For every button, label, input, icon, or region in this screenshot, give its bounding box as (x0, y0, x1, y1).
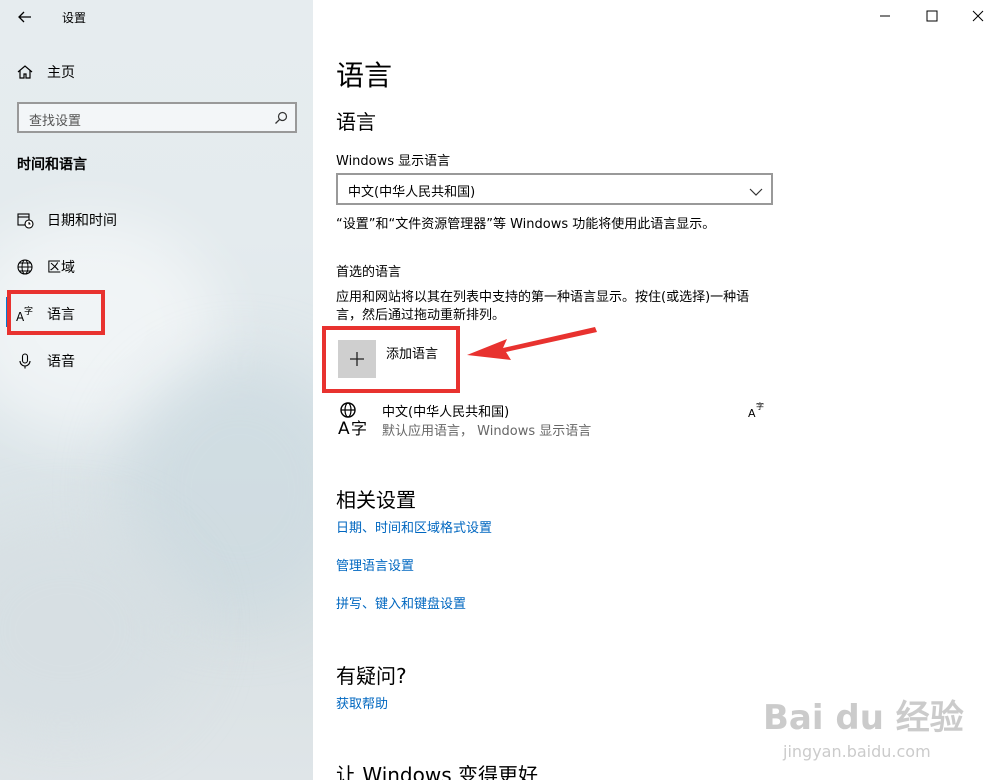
sidebar-item-label: 区域 (47, 260, 75, 276)
link-get-help[interactable]: 获取帮助 (336, 693, 388, 712)
link-manage-language[interactable]: 管理语言设置 (336, 555, 414, 574)
display-language-feature-icon: A 字 (747, 399, 769, 421)
sidebar-item-date-time[interactable]: 日期和时间 (0, 200, 313, 240)
sidebar-item-label: 主页 (47, 65, 75, 81)
calendar-clock-icon (14, 209, 36, 231)
sidebar-item-label: 日期和时间 (47, 213, 117, 229)
section-title-language: 语言 (336, 110, 376, 134)
window-title: 设置 (62, 11, 87, 25)
home-icon (14, 61, 36, 83)
back-arrow-icon (18, 11, 31, 23)
improve-windows-title: 让 Windows 变得更好 (336, 763, 538, 780)
display-language-label: Windows 显示语言 (336, 154, 451, 169)
minimize-icon (880, 15, 890, 17)
svg-text:字: 字 (756, 401, 764, 411)
microphone-icon (14, 350, 36, 372)
page-title: 语言 (336, 59, 393, 92)
link-date-time-region-format[interactable]: 日期、时间和区域格式设置 (336, 517, 492, 536)
sidebar-section-title: 时间和语言 (17, 157, 87, 173)
annotation-highlight-box (322, 326, 460, 393)
preferred-languages-label: 首选的语言 (336, 265, 402, 280)
search-placeholder: 查找设置 (29, 114, 82, 129)
annotation-arrow-icon (467, 327, 597, 360)
watermark-url: jingyan.baidu.com (783, 742, 931, 761)
language-pack-icon: A 字 (338, 401, 374, 439)
close-icon (972, 10, 984, 22)
sidebar-item-label: 语音 (47, 354, 75, 370)
dropdown-value: 中文(中华人民共和国) (348, 185, 476, 200)
svg-text:A: A (338, 419, 350, 437)
globe-icon (14, 256, 36, 278)
sidebar-item-region[interactable]: 区域 (0, 247, 313, 287)
watermark-brand: Bai du 经验 (763, 698, 964, 738)
main-content: 语言 语言 Windows 显示语言 中文(中华人民共和国) “设置”和“文件资… (313, 0, 1000, 780)
search-icon[interactable] (273, 110, 289, 126)
language-item-name[interactable]: 中文(中华人民共和国) (382, 401, 509, 420)
maximize-icon (926, 10, 938, 22)
sidebar-item-home[interactable]: 主页 (0, 52, 313, 92)
search-input[interactable]: 查找设置 (17, 102, 297, 133)
sidebar-item-speech[interactable]: 语音 (0, 341, 313, 381)
display-language-description: “设置”和“文件资源管理器”等 Windows 功能将使用此语言显示。 (336, 217, 716, 232)
chevron-down-icon (749, 183, 763, 196)
sidebar: 设置 主页 查找设置 时间和语言 日期和时间 区域 A 字 语言 语音 (0, 0, 313, 780)
display-language-dropdown[interactable]: 中文(中华人民共和国) (336, 173, 773, 205)
related-settings-title: 相关设置 (336, 488, 416, 512)
svg-text:字: 字 (351, 419, 367, 437)
link-spelling-typing-keyboard[interactable]: 拼写、键入和键盘设置 (336, 593, 466, 612)
question-title: 有疑问? (336, 664, 407, 688)
back-button[interactable] (14, 6, 36, 28)
minimize-button[interactable] (873, 4, 897, 28)
annotation-highlight-box (7, 290, 105, 335)
maximize-button[interactable] (920, 4, 944, 28)
close-button[interactable] (966, 4, 990, 28)
language-item-detail: 默认应用语言， Windows 显示语言 (382, 424, 592, 439)
preferred-description-line1: 应用和网站将以其在列表中支持的第一种语言显示。按住(或选择)一种语 (336, 290, 750, 305)
svg-text:A: A (748, 407, 756, 420)
